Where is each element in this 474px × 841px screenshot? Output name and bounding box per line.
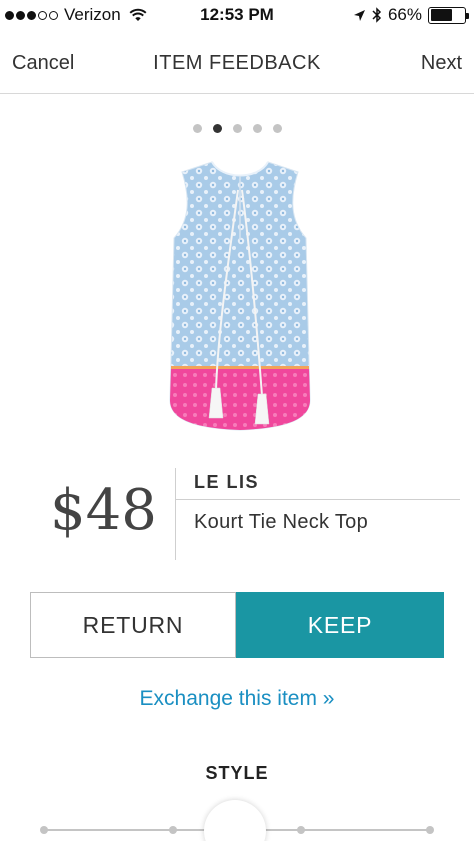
page-dot[interactable] xyxy=(272,124,282,133)
keep-button[interactable]: KEEP xyxy=(236,592,444,658)
bluetooth-icon xyxy=(372,7,382,23)
return-button[interactable]: RETURN xyxy=(30,592,236,658)
divider xyxy=(176,499,460,500)
page-indicator[interactable] xyxy=(0,124,474,133)
exchange-link[interactable]: Exchange this item » xyxy=(0,687,474,711)
slider-thumb[interactable] xyxy=(204,800,266,841)
page-dot[interactable] xyxy=(232,124,242,133)
battery-fill xyxy=(430,9,453,21)
battery-icon xyxy=(428,6,469,24)
nav-bar: Cancel ITEM FEEDBACK Next xyxy=(0,40,474,94)
decision-buttons: RETURN KEEP xyxy=(30,592,444,658)
product-name: Kourt Tie Neck Top xyxy=(194,511,369,533)
slider-tick[interactable] xyxy=(426,826,434,834)
slider-tick[interactable] xyxy=(40,826,48,834)
page-dot[interactable] xyxy=(212,124,222,133)
style-section-title: STYLE xyxy=(205,763,269,783)
style-rating-slider[interactable] xyxy=(40,800,434,841)
status-right: 66% xyxy=(353,5,469,25)
price: $48 xyxy=(50,478,157,543)
battery-percent: 66% xyxy=(387,5,422,24)
page-dot[interactable] xyxy=(252,124,262,133)
divider xyxy=(175,468,176,560)
location-arrow-icon xyxy=(353,9,365,21)
slider-tick[interactable] xyxy=(297,826,305,834)
next-button[interactable]: Next xyxy=(421,52,462,75)
slider-tick[interactable] xyxy=(169,826,177,834)
page-dot[interactable] xyxy=(192,124,202,133)
status-bar: Verizon 12:53 PM 66% xyxy=(0,0,474,32)
brand-name: LE LIS xyxy=(194,472,260,492)
product-image[interactable] xyxy=(150,150,330,450)
page-title: ITEM FEEDBACK xyxy=(153,52,321,74)
